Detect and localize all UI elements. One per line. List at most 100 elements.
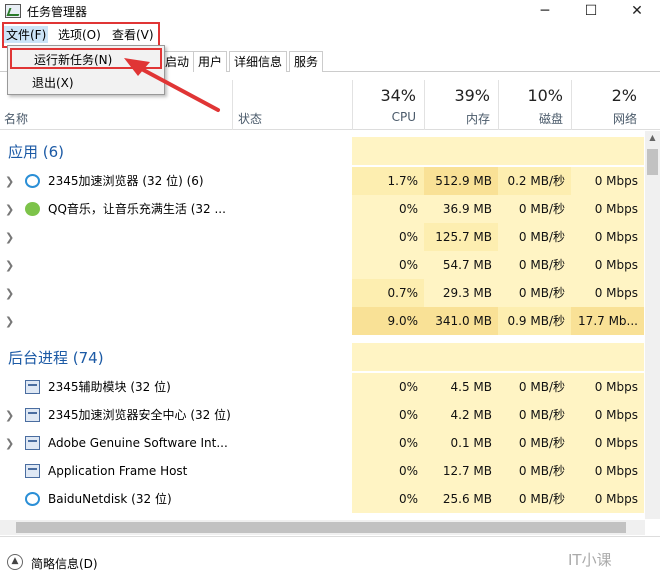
tab-users[interactable]: 用户	[193, 51, 228, 72]
memory-label: 内存	[465, 112, 490, 126]
cpu-percent: 34%	[380, 86, 416, 105]
memory-value: 512.9 MB	[424, 167, 498, 195]
process-name: Adobe Genuine Software Int...	[48, 436, 228, 450]
chevron-right-icon[interactable]: ❯	[5, 315, 14, 328]
table-row[interactable]: ❯ 2345加速浏览器 (32 位) (6) 1.7% 512.9 MB 0.2…	[0, 167, 644, 195]
cpu-value: 9.0%	[352, 307, 424, 335]
column-divider	[232, 80, 233, 130]
network-value: 0 Mbps	[571, 167, 644, 195]
network-value: 0 Mbps	[571, 429, 644, 457]
app-window-icon	[25, 464, 40, 478]
table-row[interactable]: Application Frame Host 0% 12.7 MB 0 MB/秒…	[0, 457, 644, 485]
cpu-value: 0%	[352, 195, 424, 223]
cpu-value: 0%	[352, 485, 424, 513]
tab-startup[interactable]: 启动	[160, 51, 195, 72]
app-window-icon	[25, 380, 40, 394]
network-value: 0 Mbps	[571, 373, 644, 401]
process-name: 2345加速浏览器安全中心 (32 位)	[48, 408, 231, 422]
chevron-up-icon[interactable]: ▲	[7, 554, 23, 570]
table-row[interactable]: ❯ 0% 54.7 MB 0 MB/秒 0 Mbps	[0, 251, 644, 279]
window-title: 任务管理器	[27, 5, 88, 19]
network-value: 0 Mbps	[571, 457, 644, 485]
table-row[interactable]: ❯ 2345加速浏览器安全中心 (32 位) 0% 4.2 MB 0 MB/秒 …	[0, 401, 644, 429]
task-manager-icon	[5, 4, 21, 18]
memory-value: 341.0 MB	[424, 307, 498, 335]
cpu-column-header[interactable]: 34% CPU	[352, 80, 424, 130]
network-value: 17.7 Mb...	[571, 307, 644, 335]
cpu-value: 1.7%	[352, 167, 424, 195]
memory-value: 4.2 MB	[424, 401, 498, 429]
memory-value: 12.7 MB	[424, 457, 498, 485]
disk-label: 磁盘	[538, 112, 563, 126]
chevron-right-icon[interactable]: ❯	[5, 437, 14, 450]
chevron-right-icon[interactable]: ❯	[5, 231, 14, 244]
status-column-header[interactable]: 状态	[238, 110, 262, 127]
cpu-value: 0.7%	[352, 279, 424, 307]
memory-value: 29.3 MB	[424, 279, 498, 307]
cpu-value: 0%	[352, 373, 424, 401]
disk-value: 0 MB/秒	[498, 279, 571, 307]
table-row[interactable]: ❯ Adobe Genuine Software Int... 0% 0.1 M…	[0, 429, 644, 457]
menu-options[interactable]: 选项(O)	[56, 26, 103, 43]
background-section-title: 后台进程 (74)	[8, 349, 104, 367]
tab-services[interactable]: 服务	[289, 51, 324, 72]
chevron-right-icon[interactable]: ❯	[5, 175, 14, 188]
name-column-header[interactable]: 名称	[4, 110, 28, 127]
table-row[interactable]: ❯ QQ音乐，让音乐充满生活 (32 ... 0% 36.9 MB 0 MB/秒…	[0, 195, 644, 223]
section-header-background: 后台进程 (74)	[0, 343, 644, 371]
horizontal-scrollbar[interactable]	[0, 520, 645, 535]
memory-value: 54.7 MB	[424, 251, 498, 279]
app-window-icon	[25, 436, 40, 450]
table-row[interactable]: ❯ 0.7% 29.3 MB 0 MB/秒 0 Mbps	[0, 279, 644, 307]
cpu-label: CPU	[391, 110, 416, 124]
vertical-scrollbar[interactable]: ▲	[645, 131, 660, 519]
chevron-right-icon[interactable]: ❯	[5, 203, 14, 216]
process-name: 2345辅助模块 (32 位)	[48, 380, 171, 394]
table-row[interactable]: ❯ 0% 125.7 MB 0 MB/秒 0 Mbps	[0, 223, 644, 251]
memory-value: 4.5 MB	[424, 373, 498, 401]
disk-value: 0 MB/秒	[498, 223, 571, 251]
memory-value: 25.6 MB	[424, 485, 498, 513]
section-header-apps: 应用 (6)	[0, 137, 644, 165]
chevron-right-icon[interactable]: ❯	[5, 287, 14, 300]
table-row[interactable]: 2345辅助模块 (32 位) 0% 4.5 MB 0 MB/秒 0 Mbps	[0, 373, 644, 401]
disk-value: 0.9 MB/秒	[498, 307, 571, 335]
cpu-value: 0%	[352, 457, 424, 485]
tab-details[interactable]: 详细信息	[229, 51, 288, 72]
process-name: QQ音乐，让音乐充满生活 (32 ...	[48, 202, 226, 216]
table-row[interactable]: ❯ 9.0% 341.0 MB 0.9 MB/秒 17.7 Mb...	[0, 307, 644, 335]
vertical-scroll-thumb[interactable]	[647, 149, 658, 175]
scroll-up-icon[interactable]: ▲	[645, 131, 660, 145]
minimize-button[interactable]: ─	[522, 0, 568, 22]
disk-value: 0 MB/秒	[498, 401, 571, 429]
horizontal-scroll-thumb[interactable]	[16, 522, 626, 533]
network-value: 0 Mbps	[571, 401, 644, 429]
brief-details-toggle[interactable]: 简略信息(D)	[31, 555, 98, 572]
run-new-task-menu-item[interactable]: 运行新任务(N)	[10, 48, 162, 69]
disk-column-header[interactable]: 10% 磁盘	[498, 80, 571, 130]
network-column-header[interactable]: 2% 网络	[571, 80, 645, 130]
disk-value: 0 MB/秒	[498, 251, 571, 279]
maximize-button[interactable]: ☐	[568, 0, 614, 22]
chevron-right-icon[interactable]: ❯	[5, 409, 14, 422]
memory-column-header[interactable]: 39% 内存	[424, 80, 498, 130]
menu-view[interactable]: 查看(V)	[110, 26, 156, 43]
apps-section-title: 应用 (6)	[8, 143, 65, 161]
menu-file[interactable]: 文件(F)	[4, 26, 49, 43]
network-label: 网络	[612, 112, 637, 126]
network-value: 0 Mbps	[571, 195, 644, 223]
disk-value: 0 MB/秒	[498, 457, 571, 485]
disk-value: 0 MB/秒	[498, 373, 571, 401]
network-value: 0 Mbps	[571, 251, 644, 279]
chevron-right-icon[interactable]: ❯	[5, 259, 14, 272]
table-row[interactable]: BaiduNetdisk (32 位) 0% 25.6 MB 0 MB/秒 0 …	[0, 485, 644, 513]
title-bar: 任务管理器 ─ ☐ ✕	[0, 0, 660, 22]
memory-value: 0.1 MB	[424, 429, 498, 457]
close-button[interactable]: ✕	[614, 0, 660, 22]
footer-bar: ▲ 简略信息(D) IT小课	[0, 536, 660, 585]
cpu-value: 0%	[352, 429, 424, 457]
disk-value: 0.2 MB/秒	[498, 167, 571, 195]
music-icon	[25, 202, 40, 216]
exit-menu-item[interactable]: 退出(X)	[32, 74, 74, 91]
browser-icon	[25, 174, 40, 188]
